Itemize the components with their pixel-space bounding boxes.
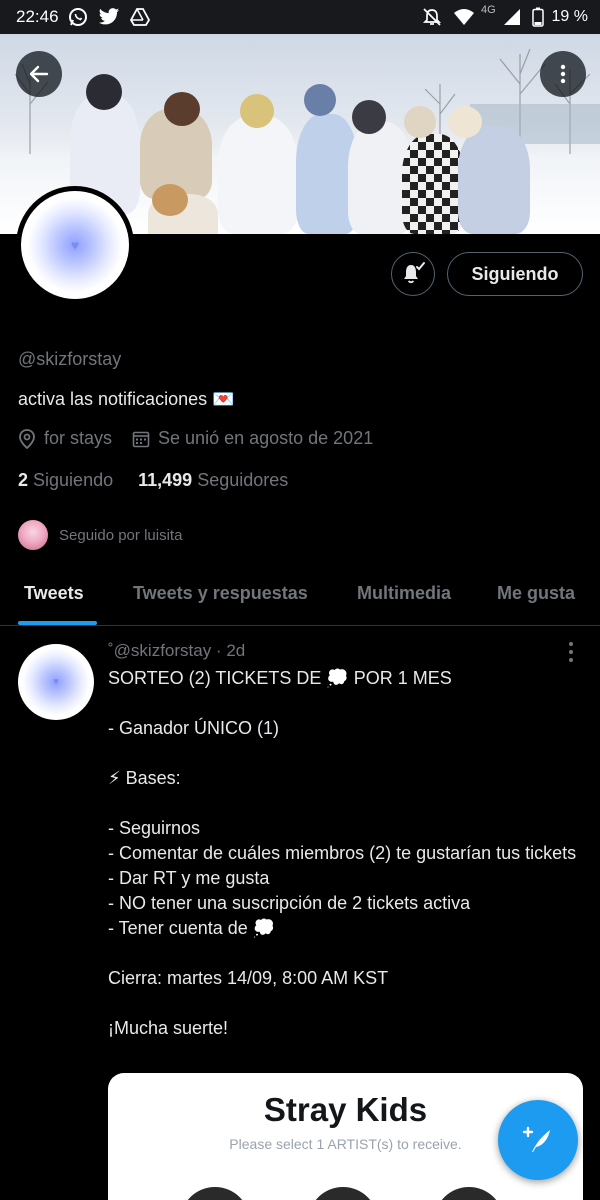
banner-person [458, 126, 530, 234]
drive-icon [128, 5, 152, 29]
status-time: 22:46 [16, 7, 59, 26]
banner-person-head [404, 106, 436, 138]
battery-percent: 19 % [551, 8, 588, 25]
profile-avatar[interactable]: ♥ [16, 186, 134, 304]
profile-joined: Se unió en agosto de 2021 [132, 428, 373, 449]
more-dot [569, 650, 573, 654]
back-button[interactable] [16, 51, 62, 97]
tab-tweets[interactable]: Tweets [24, 570, 84, 626]
banner-person-head [304, 84, 336, 116]
banner-person-head [152, 184, 188, 216]
follow-counts: 2 Siguiendo 11,499 Seguidores [18, 470, 288, 491]
location-text: for stays [44, 428, 113, 448]
following-count: 2 [18, 470, 29, 490]
active-tab-indicator [18, 621, 97, 625]
joined-text: Se unió en agosto de 2021 [158, 428, 374, 448]
profile-handle: @skizforstay [18, 349, 122, 369]
tweet-header: ˚@skizforstay · 2d [108, 641, 246, 660]
profile-bio: activa las notificaciones 💌 [18, 389, 235, 409]
heart-icon: ♥ [53, 676, 59, 688]
battery-icon [526, 5, 550, 29]
status-bar: 22:46 4G 19 % [0, 0, 600, 34]
banner-person-head [448, 106, 482, 138]
tab-tweets-replies[interactable]: Tweets y respuestas [133, 570, 308, 626]
followers-link[interactable]: 11,499 Seguidores [138, 470, 288, 490]
banner-person-head [352, 100, 386, 134]
profile-meta: for stays Se unió en agosto de 2021 [18, 428, 393, 449]
followers-count: 11,499 [138, 470, 193, 490]
tweet-avatar[interactable]: ♥ [18, 644, 94, 720]
signal-icon [500, 5, 524, 29]
more-options-button[interactable] [540, 51, 586, 97]
follower-avatar [16, 518, 50, 552]
more-vertical-icon [560, 64, 566, 84]
tab-media[interactable]: Multimedia [357, 570, 451, 626]
arrow-left-icon [29, 65, 49, 83]
followed-by-text: Seguido por luisita [59, 526, 183, 544]
profile-location: for stays [18, 428, 112, 449]
calendar-icon [132, 431, 150, 447]
following-label: Siguiendo [33, 470, 114, 490]
artist-thumbnail [434, 1187, 504, 1200]
compose-tweet-button[interactable] [498, 1100, 578, 1180]
notifications-bell-button[interactable] [391, 252, 435, 296]
profile-tabs: Tweets Tweets y respuestas Multimedia Me… [0, 570, 600, 626]
tweet-more-button[interactable] [560, 640, 582, 664]
wifi-icon [452, 5, 476, 29]
banner-person-head [86, 74, 122, 110]
network-type: 4G [481, 4, 496, 16]
more-dot [569, 658, 573, 662]
banner-person [218, 116, 298, 234]
artist-thumbnail [308, 1187, 378, 1200]
bell-check-icon [404, 262, 425, 284]
following-button[interactable]: Siguiendo [447, 252, 583, 296]
banner-person [402, 134, 464, 234]
heart-icon: ♥ [70, 237, 80, 253]
more-dot [569, 642, 573, 646]
banner-person-head [240, 94, 274, 128]
followers-label: Seguidores [197, 470, 289, 490]
whatsapp-icon [66, 5, 90, 29]
tweet-text: SORTEO (2) TICKETS DE 💭 POR 1 MES - Gana… [108, 668, 577, 1038]
location-pin-icon [19, 428, 35, 449]
artist-thumbnail [180, 1187, 250, 1200]
following-link[interactable]: 2 Siguiendo [18, 470, 113, 490]
followed-by[interactable]: Seguido por luisita [16, 518, 182, 552]
tab-likes[interactable]: Me gusta [497, 570, 575, 626]
mute-icon [420, 5, 444, 29]
banner-person-head [164, 92, 200, 126]
twitter-icon [97, 5, 121, 29]
compose-feather-icon [522, 1126, 550, 1152]
